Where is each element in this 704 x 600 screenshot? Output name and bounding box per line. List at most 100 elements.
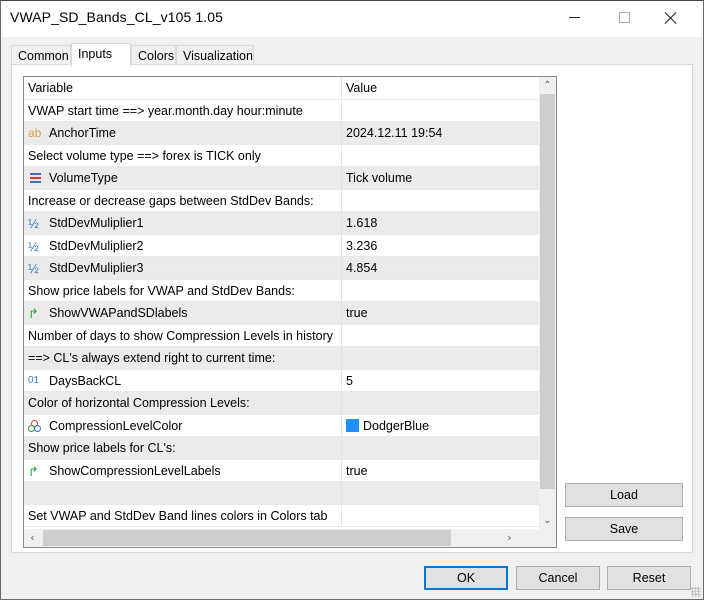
comment-row[interactable]: Show price labels for CL's:: [24, 437, 539, 460]
variable-cell[interactable]: Select volume type ==> forex is TICK onl…: [24, 144, 342, 166]
comment-row[interactable]: ==> CL's always extend right to current …: [24, 347, 539, 370]
value-cell[interactable]: 1.618: [342, 212, 539, 234]
tab-inputs[interactable]: Inputs: [71, 43, 131, 67]
variable-cell[interactable]: ½ StdDevMuliplier3: [24, 257, 342, 279]
parameter-row[interactable]: ↱ ShowVWAPandSDlabels true: [24, 302, 539, 325]
tab-colors[interactable]: Colors: [131, 45, 176, 66]
variable-cell[interactable]: Show price labels for CL's:: [24, 437, 342, 459]
variable-cell[interactable]: Increase or decrease gaps between StdDev…: [24, 189, 342, 211]
value-cell: [342, 437, 539, 459]
vertical-scroll-thumb[interactable]: [540, 94, 555, 489]
value-cell[interactable]: 4.854: [342, 257, 539, 279]
resize-grip-icon[interactable]: [691, 587, 701, 597]
value-cell: [342, 347, 539, 369]
double-icon: ½: [28, 216, 39, 231]
variable-cell[interactable]: VolumeType: [24, 167, 342, 189]
comment-row[interactable]: [24, 482, 539, 505]
value-cell[interactable]: 3.236: [342, 235, 539, 257]
value-cell: [342, 325, 539, 347]
column-header-value[interactable]: Value: [342, 77, 539, 99]
variable-name: Show price labels for CL's:: [28, 441, 176, 455]
horizontal-scrollbar[interactable]: ‹ ›: [24, 529, 556, 547]
title-bar: VWAP_SD_Bands_CL_v105 1.05: [1, 1, 703, 37]
parameter-row[interactable]: ½ StdDevMuliplier3 4.854: [24, 257, 539, 280]
value-text: 5: [346, 373, 353, 388]
value-text: 2024.12.11 19:54: [346, 126, 443, 140]
variable-cell[interactable]: Color of horizontal Compression Levels:: [24, 392, 342, 414]
variable-name: DaysBackCL: [49, 373, 122, 388]
variable-name: VWAP start time ==> year.month.day hour:…: [28, 103, 303, 118]
value-cell[interactable]: Tick volume: [342, 167, 539, 189]
close-button[interactable]: [648, 1, 694, 34]
variable-cell[interactable]: [24, 482, 342, 504]
variable-cell[interactable]: Set VWAP and StdDev Band lines colors in…: [24, 504, 342, 526]
comment-row[interactable]: Select volume type ==> forex is TICK onl…: [24, 144, 539, 167]
save-button[interactable]: Save: [565, 517, 683, 541]
parameter-row[interactable]: 01 DaysBackCL 5: [24, 369, 539, 392]
variable-cell[interactable]: ↱ ShowCompressionLevelLabels: [24, 459, 342, 481]
bool-icon: ↱: [28, 306, 39, 321]
inputs-grid: Variable Value VWAP start time ==> year.…: [23, 76, 557, 548]
value-cell[interactable]: true: [342, 460, 539, 482]
variable-cell[interactable]: ==> CL's always extend right to current …: [24, 347, 342, 369]
ok-button[interactable]: OK: [424, 566, 508, 590]
reset-button[interactable]: Reset: [607, 566, 691, 590]
comment-row[interactable]: Number of days to show Compression Level…: [24, 324, 539, 347]
value-cell: [342, 145, 539, 167]
variable-name: Show price labels for VWAP and StdDev Ba…: [28, 283, 295, 298]
maximize-button[interactable]: [601, 1, 647, 34]
value-text: true: [346, 306, 368, 320]
value-cell[interactable]: true: [342, 302, 539, 324]
variable-name: AnchorTime: [49, 126, 116, 140]
maximize-icon: [618, 12, 630, 23]
string-icon: ab: [28, 126, 42, 140]
variable-cell[interactable]: Number of days to show Compression Level…: [24, 324, 342, 346]
variable-cell[interactable]: ↱ ShowVWAPandSDlabels: [24, 302, 342, 324]
tab-visualization[interactable]: Visualization: [176, 45, 254, 66]
variable-cell[interactable]: ½ StdDevMuliplier2: [24, 234, 342, 256]
value-text: DodgerBlue: [363, 418, 430, 433]
comment-row[interactable]: Show price labels for VWAP and StdDev Ba…: [24, 279, 539, 302]
value-cell[interactable]: 2024.12.11 19:54: [342, 122, 539, 144]
minimize-button[interactable]: [551, 1, 597, 34]
variable-name: Increase or decrease gaps between StdDev…: [28, 193, 314, 208]
variable-name: Color of horizontal Compression Levels:: [28, 396, 250, 410]
parameter-row[interactable]: CompressionLevelColor DodgerBlue: [24, 414, 539, 437]
comment-row[interactable]: Set VWAP and StdDev Band lines colors in…: [24, 504, 539, 527]
tab-common[interactable]: Common: [11, 45, 71, 66]
comment-row[interactable]: VWAP start time ==> year.month.day hour:…: [24, 99, 539, 122]
variable-cell[interactable]: 01 DaysBackCL: [24, 369, 342, 391]
variable-cell[interactable]: ab AnchorTime: [24, 122, 342, 144]
variable-cell[interactable]: Show price labels for VWAP and StdDev Ba…: [24, 279, 342, 301]
inputs-panel: Variable Value VWAP start time ==> year.…: [11, 64, 693, 553]
parameter-row[interactable]: ½ StdDevMuliplier1 1.618: [24, 212, 539, 235]
parameter-row[interactable]: VolumeType Tick volume: [24, 167, 539, 190]
scroll-down-icon[interactable]: ⌄: [539, 512, 556, 529]
variable-cell[interactable]: VWAP start time ==> year.month.day hour:…: [24, 99, 342, 121]
value-text: 4.854: [346, 261, 378, 275]
column-header-variable[interactable]: Variable: [24, 77, 342, 99]
load-button[interactable]: Load: [565, 483, 683, 507]
value-text: 1.618: [346, 216, 378, 230]
parameter-row[interactable]: ab AnchorTime 2024.12.11 19:54: [24, 122, 539, 145]
comment-row[interactable]: Color of horizontal Compression Levels:: [24, 392, 539, 415]
variable-cell[interactable]: CompressionLevelColor: [24, 414, 342, 436]
value-text: 3.236: [346, 238, 378, 253]
grid-header: Variable Value: [24, 77, 539, 100]
variable-name: ShowVWAPandSDlabels: [49, 306, 188, 320]
parameter-row[interactable]: ½ StdDevMuliplier2 3.236: [24, 234, 539, 257]
variable-cell[interactable]: ½ StdDevMuliplier1: [24, 212, 342, 234]
load-label: Load: [610, 488, 638, 502]
comment-row[interactable]: Increase or decrease gaps between StdDev…: [24, 189, 539, 212]
parameter-row[interactable]: ↱ ShowCompressionLevelLabels true: [24, 459, 539, 482]
value-cell[interactable]: DodgerBlue: [342, 415, 539, 437]
vertical-scrollbar[interactable]: ⌃ ⌄: [539, 77, 556, 529]
value-cell: [342, 392, 539, 414]
scroll-left-icon[interactable]: ‹: [24, 529, 41, 547]
scroll-up-icon[interactable]: ⌃: [539, 77, 556, 94]
value-cell[interactable]: 5: [342, 370, 539, 392]
variable-name: VolumeType: [49, 171, 118, 185]
cancel-button[interactable]: Cancel: [516, 566, 600, 590]
scroll-right-icon[interactable]: ›: [501, 529, 518, 547]
horizontal-scroll-thumb[interactable]: [43, 530, 451, 546]
